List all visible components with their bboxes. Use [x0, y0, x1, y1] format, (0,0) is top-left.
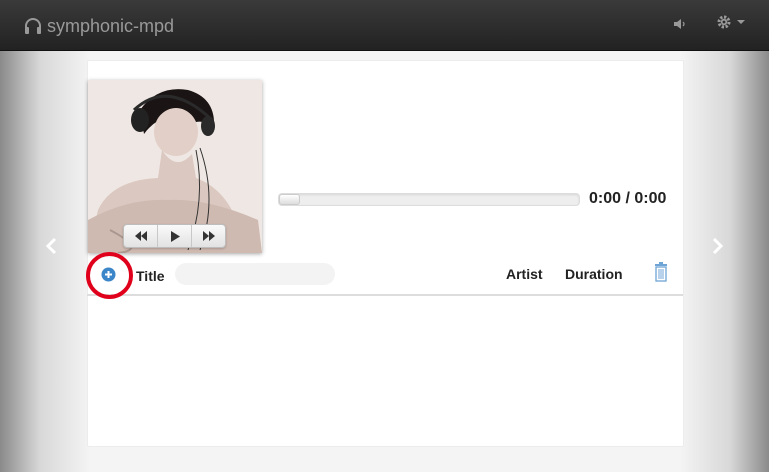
volume-button[interactable] [672, 16, 688, 32]
settings-dropdown[interactable] [716, 14, 745, 30]
column-duration[interactable]: Duration [565, 266, 623, 282]
brand[interactable]: symphonic-mpd [23, 14, 174, 38]
rewind-icon [134, 231, 147, 241]
fast-forward-icon [202, 231, 215, 241]
chevron-right-icon [712, 237, 724, 255]
column-title[interactable]: Title [136, 268, 165, 284]
chevron-down-icon [737, 20, 745, 24]
trash-icon [655, 262, 667, 282]
chevron-left-icon [45, 237, 57, 255]
carousel-next-button[interactable] [709, 236, 725, 256]
volume-icon [674, 19, 685, 29]
playlist-header: Title Artist Duration [87, 258, 683, 296]
seek-bar-fill [279, 194, 300, 205]
seek-bar[interactable] [278, 193, 580, 206]
column-artist[interactable]: Artist [506, 266, 543, 282]
carousel-prev-button[interactable] [44, 236, 60, 256]
previous-button[interactable] [124, 225, 158, 247]
time-display: 0:00 / 0:00 [589, 190, 667, 207]
gear-icon [717, 15, 731, 29]
player-controls [123, 224, 226, 248]
filter-input[interactable] [175, 263, 335, 285]
highlight-circle [86, 252, 133, 299]
navbar: symphonic-mpd [0, 0, 769, 51]
clear-playlist-button[interactable] [653, 262, 669, 282]
app-title: symphonic-mpd [47, 15, 175, 36]
play-icon [170, 230, 180, 242]
headphones-icon [25, 18, 41, 34]
play-button[interactable] [158, 225, 192, 247]
next-button[interactable] [192, 225, 225, 247]
